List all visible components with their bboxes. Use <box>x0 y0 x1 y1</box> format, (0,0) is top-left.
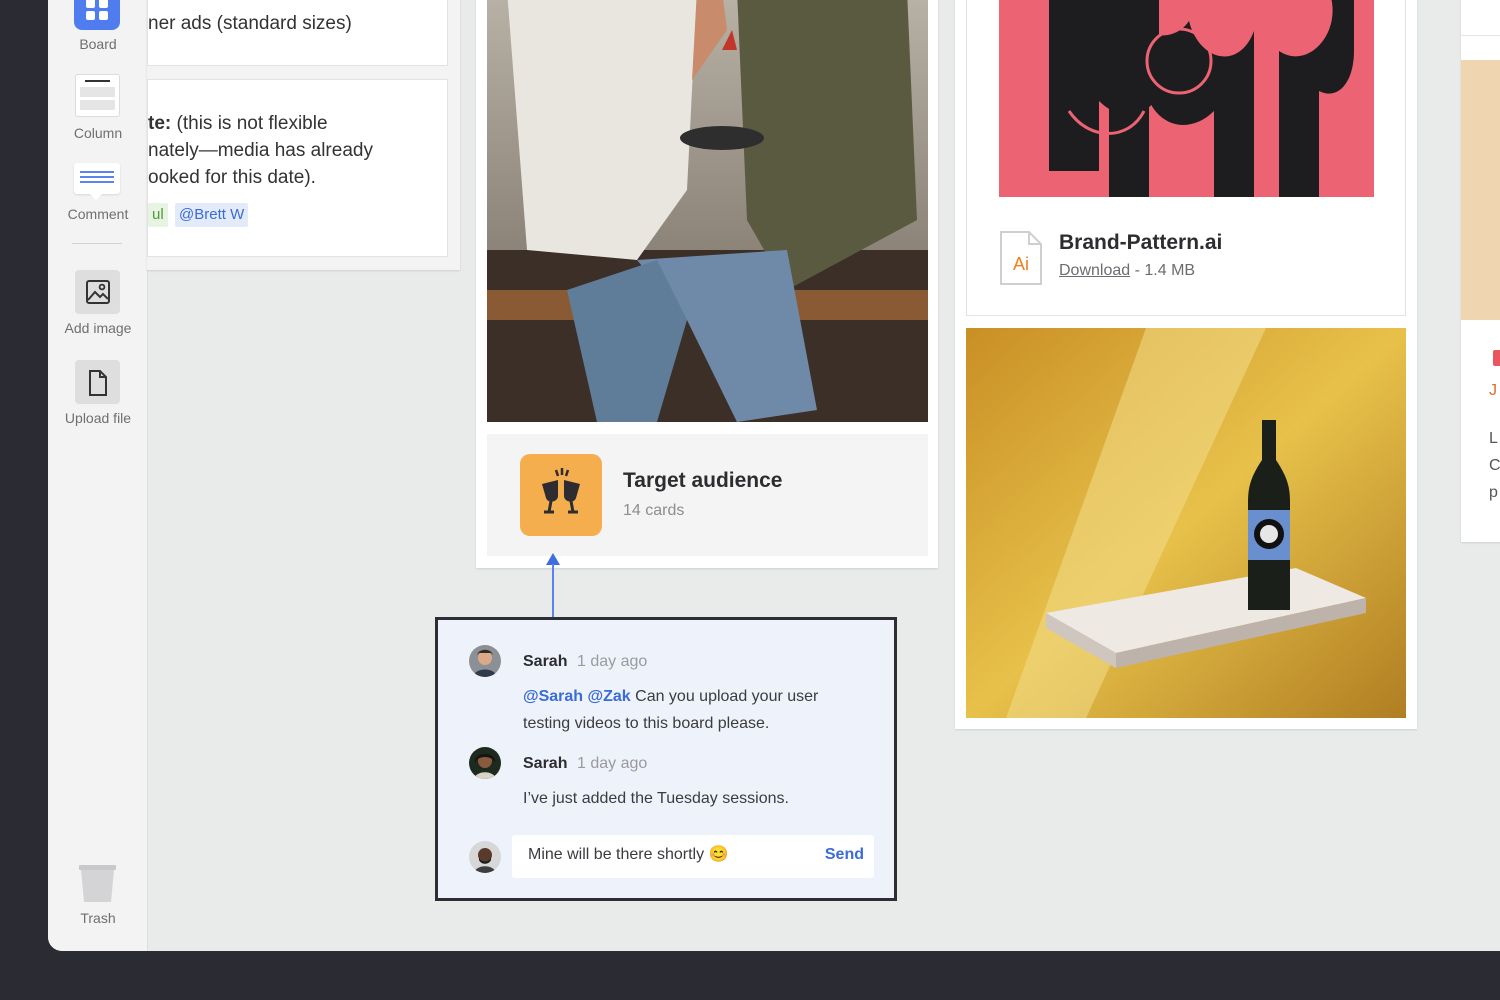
note-card[interactable]: te: (this is not flexible nately—media h… <box>147 79 448 257</box>
column-tool[interactable]: Column <box>48 70 148 146</box>
image-icon <box>75 270 120 314</box>
note-line: ooked for this date). <box>148 167 316 188</box>
far-right-column[interactable]: J L C p <box>1461 0 1500 542</box>
far-column-text: J <box>1489 382 1497 399</box>
board-tool-label: Board <box>79 36 117 52</box>
board-link-card-count: 14 cards <box>623 502 685 519</box>
file-meta: Download - 1.4 MB <box>1059 262 1195 280</box>
far-column-image[interactable] <box>1461 60 1500 320</box>
note-text-line: te: (this is not flexible <box>148 113 328 135</box>
file-card[interactable]: Ai Brand-Pattern.ai Download - 1.4 MB <box>966 0 1406 316</box>
cheers-icon <box>520 454 602 536</box>
wine-bottle-photo[interactable] <box>966 328 1406 718</box>
board-canvas: Board Column Comment Add image Upload fi… <box>48 0 1500 951</box>
mention-tag[interactable]: @Brett W <box>175 203 249 227</box>
board-tool[interactable]: Board <box>48 0 148 60</box>
file-icon <box>75 360 120 404</box>
file-size: - 1.4 MB <box>1134 262 1196 279</box>
file-name[interactable]: Brand-Pattern.ai <box>1059 231 1222 255</box>
add-image-tool[interactable]: Add image <box>48 268 148 340</box>
avatar <box>469 841 501 873</box>
board-link-title: Target audience <box>623 469 783 492</box>
comment-message: I’ve just added the Tuesday sessions. <box>523 785 863 812</box>
ai-file-icon-label: Ai <box>1013 254 1029 274</box>
comment-time: 1 day ago <box>577 755 648 772</box>
tool-sidebar: Board Column Comment Add image Upload fi… <box>48 0 148 951</box>
trash-icon <box>79 865 116 902</box>
avatar <box>469 747 501 779</box>
reply-box[interactable]: Send <box>512 835 874 878</box>
column-tool-label: Column <box>73 125 123 141</box>
color-tag <box>1493 350 1500 366</box>
far-column-text: L <box>1489 430 1498 447</box>
middle-column[interactable]: Target audience 14 cards <box>476 0 938 568</box>
far-column-text: p <box>1489 484 1498 501</box>
comment-tool[interactable]: Comment <box>48 160 148 228</box>
note-line: (this is not flexible <box>176 113 328 134</box>
comment-author[interactable]: Sarah <box>523 755 567 773</box>
couple-photo[interactable] <box>487 0 928 422</box>
download-link[interactable]: Download <box>1059 262 1130 279</box>
sidebar-divider <box>72 243 122 244</box>
left-column[interactable]: ner ads (standard sizes) te: (this is no… <box>147 0 460 270</box>
upload-file-label: Upload file <box>64 410 132 426</box>
label-tag[interactable]: ul <box>148 203 168 227</box>
comment-thread[interactable]: Sarah 1 day ago @Sarah @Zak Can you uplo… <box>435 617 897 901</box>
note-text: ner ads (standard sizes) <box>148 13 352 34</box>
connector-line[interactable] <box>552 564 554 617</box>
note-card[interactable]: ner ads (standard sizes) <box>147 0 448 66</box>
trash-tool[interactable]: Trash <box>48 860 148 930</box>
send-button[interactable]: Send <box>825 846 864 864</box>
board-icon <box>74 0 120 30</box>
avatar <box>469 645 501 677</box>
comment-tool-label: Comment <box>67 206 129 222</box>
note-line: nately—media has already <box>148 140 373 161</box>
right-column[interactable]: Ai Brand-Pattern.ai Download - 1.4 MB <box>955 0 1417 729</box>
comment-text: I’ve just added the Tuesday sessions. <box>523 790 789 807</box>
add-image-label: Add image <box>64 320 132 336</box>
comment-author[interactable]: Sarah <box>523 653 567 671</box>
upload-file-tool[interactable]: Upload file <box>48 358 148 430</box>
comment-mentions[interactable]: @Sarah @Zak <box>523 688 631 705</box>
ai-file-icon: Ai <box>1000 231 1042 285</box>
trash-label: Trash <box>80 910 116 926</box>
comment-icon <box>74 163 120 200</box>
column-icon <box>75 74 120 117</box>
far-column-card[interactable] <box>1461 0 1500 36</box>
comment-message: @Sarah @Zak Can you upload your user tes… <box>523 683 863 737</box>
brand-pattern-preview[interactable] <box>999 0 1374 197</box>
board-link-card[interactable]: Target audience 14 cards <box>487 434 928 556</box>
note-bold-label: te: <box>148 113 172 134</box>
reply-input[interactable] <box>528 845 808 863</box>
far-column-text: C <box>1489 457 1500 474</box>
comment-time: 1 day ago <box>577 653 648 670</box>
